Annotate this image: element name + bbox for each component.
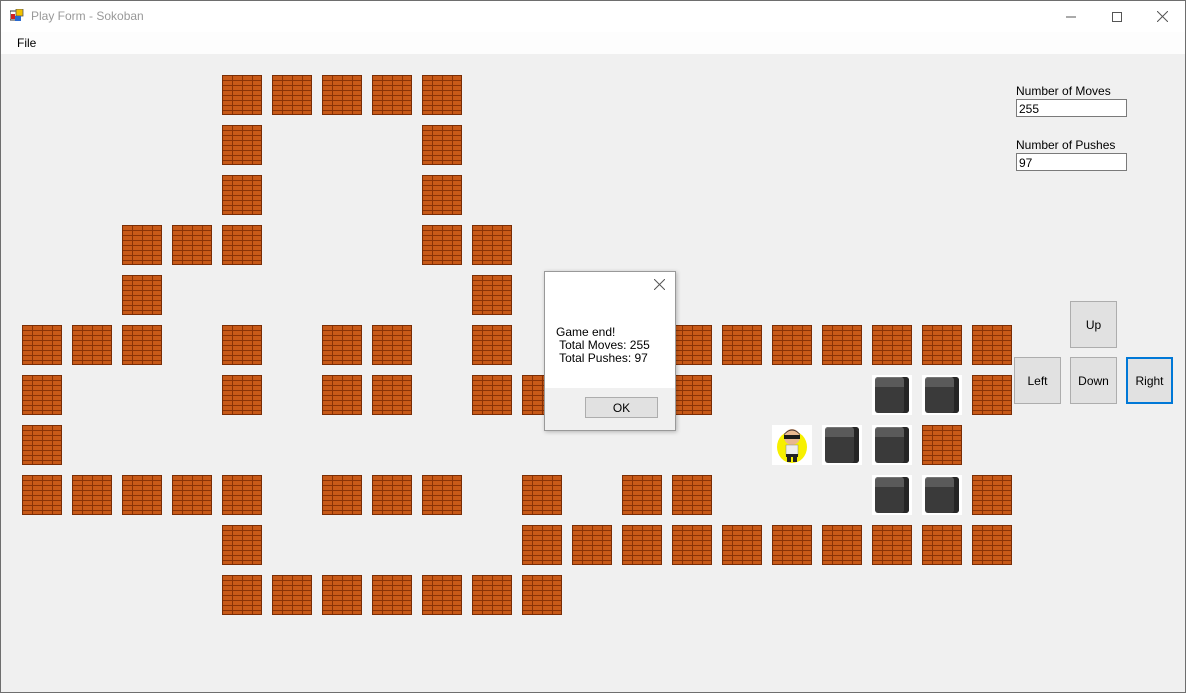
wall-tile bbox=[472, 375, 512, 415]
wall-tile bbox=[972, 525, 1012, 565]
wall-tile bbox=[372, 325, 412, 365]
wall-tile bbox=[72, 475, 112, 515]
wall-tile bbox=[172, 475, 212, 515]
dialog-message: Game end! Total Moves: 255 Total Pushes:… bbox=[556, 325, 650, 365]
down-button[interactable]: Down bbox=[1070, 357, 1117, 404]
crate-icon bbox=[925, 377, 959, 413]
wall-tile bbox=[872, 325, 912, 365]
wall-tile bbox=[672, 475, 712, 515]
wall-tile bbox=[922, 525, 962, 565]
game-end-dialog: Game end! Total Moves: 255 Total Pushes:… bbox=[544, 271, 676, 431]
crate-icon bbox=[925, 477, 959, 513]
wall-tile bbox=[522, 575, 562, 615]
right-button[interactable]: Right bbox=[1126, 357, 1173, 404]
box-tile bbox=[922, 375, 962, 415]
game-window: Play Form - Sokoban File Number of Moves… bbox=[0, 0, 1186, 693]
player-icon bbox=[777, 429, 807, 463]
wall-tile bbox=[22, 475, 62, 515]
wall-tile bbox=[672, 525, 712, 565]
wall-tile bbox=[672, 325, 712, 365]
wall-tile bbox=[472, 325, 512, 365]
wall-tile bbox=[472, 225, 512, 265]
wall-tile bbox=[322, 575, 362, 615]
up-button[interactable]: Up bbox=[1070, 301, 1117, 348]
wall-tile bbox=[322, 325, 362, 365]
wall-tile bbox=[22, 425, 62, 465]
wall-tile bbox=[722, 525, 762, 565]
wall-tile bbox=[222, 475, 262, 515]
pushes-label: Number of Pushes bbox=[1016, 138, 1116, 152]
wall-tile bbox=[622, 525, 662, 565]
wall-tile bbox=[422, 475, 462, 515]
wall-tile bbox=[922, 425, 962, 465]
wall-tile bbox=[472, 275, 512, 315]
wall-tile bbox=[522, 525, 562, 565]
box-tile bbox=[872, 425, 912, 465]
wall-tile bbox=[122, 325, 162, 365]
wall-tile bbox=[422, 225, 462, 265]
wall-tile bbox=[222, 125, 262, 165]
crate-icon bbox=[825, 427, 859, 463]
wall-tile bbox=[122, 475, 162, 515]
ok-button[interactable]: OK bbox=[585, 397, 658, 418]
box-tile bbox=[922, 475, 962, 515]
wall-tile bbox=[72, 325, 112, 365]
wall-tile bbox=[222, 175, 262, 215]
player-tile bbox=[772, 425, 812, 465]
wall-tile bbox=[822, 525, 862, 565]
box-tile bbox=[872, 475, 912, 515]
wall-tile bbox=[122, 275, 162, 315]
wall-tile bbox=[722, 325, 762, 365]
wall-tile bbox=[322, 475, 362, 515]
wall-tile bbox=[372, 475, 412, 515]
wall-tile bbox=[222, 375, 262, 415]
crate-icon bbox=[875, 477, 909, 513]
wall-tile bbox=[22, 375, 62, 415]
wall-tile bbox=[422, 75, 462, 115]
wall-tile bbox=[272, 575, 312, 615]
box-tile bbox=[872, 375, 912, 415]
wall-tile bbox=[22, 325, 62, 365]
moves-field[interactable]: 255 bbox=[1016, 99, 1127, 117]
left-button[interactable]: Left bbox=[1014, 357, 1061, 404]
wall-tile bbox=[622, 475, 662, 515]
wall-tile bbox=[122, 225, 162, 265]
pushes-field[interactable]: 97 bbox=[1016, 153, 1127, 171]
wall-tile bbox=[772, 325, 812, 365]
wall-tile bbox=[222, 225, 262, 265]
wall-tile bbox=[522, 475, 562, 515]
wall-tile bbox=[422, 575, 462, 615]
wall-tile bbox=[372, 375, 412, 415]
close-icon[interactable] bbox=[654, 279, 665, 290]
wall-tile bbox=[672, 375, 712, 415]
wall-tile bbox=[572, 525, 612, 565]
wall-tile bbox=[172, 225, 212, 265]
wall-tile bbox=[372, 75, 412, 115]
wall-tile bbox=[422, 175, 462, 215]
wall-tile bbox=[422, 125, 462, 165]
wall-tile bbox=[872, 525, 912, 565]
wall-tile bbox=[822, 325, 862, 365]
wall-tile bbox=[972, 325, 1012, 365]
wall-tile bbox=[272, 75, 312, 115]
dialog-footer: OK bbox=[545, 388, 675, 430]
crate-icon bbox=[875, 377, 909, 413]
wall-tile bbox=[222, 75, 262, 115]
wall-tile bbox=[372, 575, 412, 615]
wall-tile bbox=[472, 575, 512, 615]
wall-tile bbox=[322, 375, 362, 415]
wall-tile bbox=[222, 575, 262, 615]
wall-tile bbox=[222, 525, 262, 565]
box-tile bbox=[822, 425, 862, 465]
wall-tile bbox=[972, 475, 1012, 515]
wall-tile bbox=[222, 325, 262, 365]
wall-tile bbox=[772, 525, 812, 565]
moves-label: Number of Moves bbox=[1016, 84, 1111, 98]
wall-tile bbox=[972, 375, 1012, 415]
wall-tile bbox=[322, 75, 362, 115]
wall-tile bbox=[922, 325, 962, 365]
crate-icon bbox=[875, 427, 909, 463]
